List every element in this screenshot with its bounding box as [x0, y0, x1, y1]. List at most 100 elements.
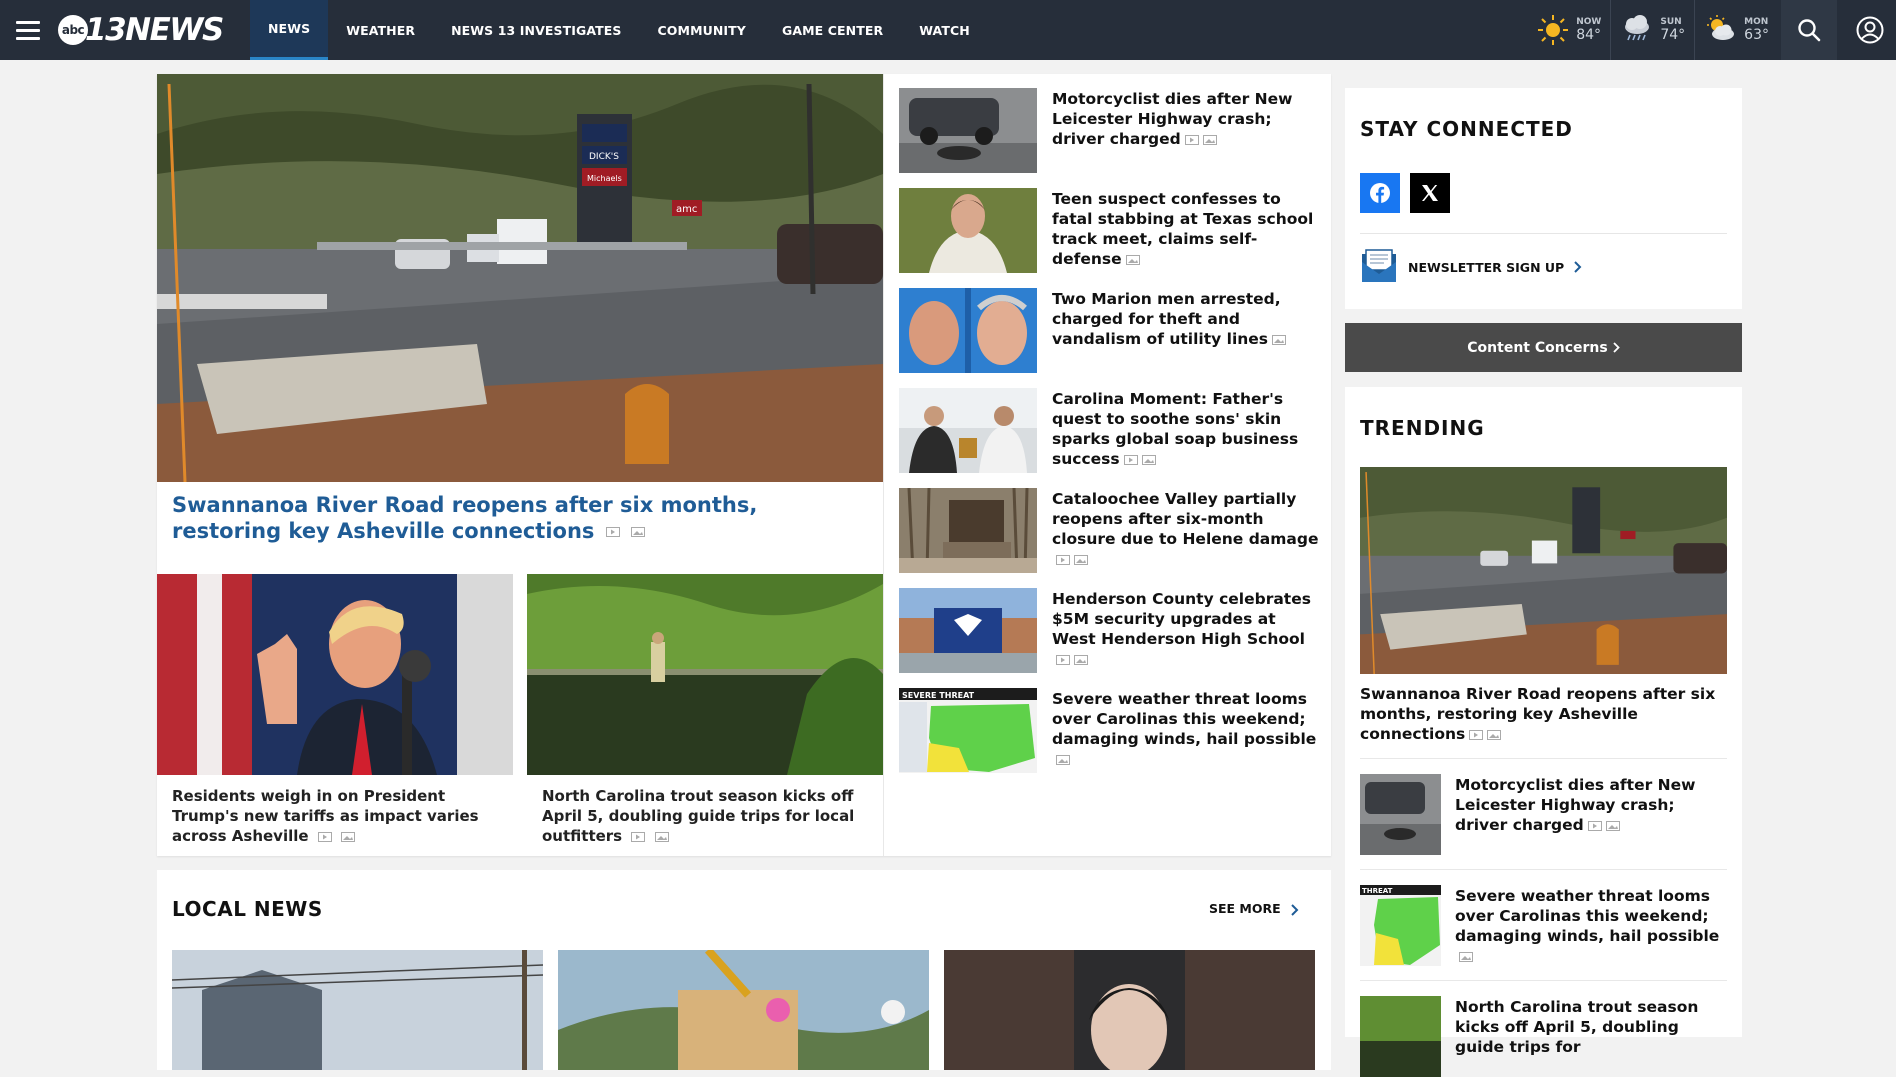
trending-headline[interactable]: Severe weather threat looms over Carolin…: [1455, 886, 1727, 966]
list-thumbnail[interactable]: [899, 588, 1037, 673]
list-headline-text: Two Marion men arrested, charged for the…: [1052, 290, 1281, 348]
nav-game-center[interactable]: GAME CENTER: [764, 0, 901, 60]
headline-list: Motorcyclist dies after New Leicester Hi…: [899, 88, 1319, 788]
trending-headline-text: Motorcyclist dies after New Leicester Hi…: [1455, 776, 1696, 834]
list-thumbnail[interactable]: [899, 388, 1037, 473]
hero-image[interactable]: DICK'S Michaels amc: [157, 74, 883, 482]
gallery-icon: [1074, 554, 1088, 565]
rain-cloud-icon: [1625, 15, 1650, 41]
nav-watch[interactable]: WATCH: [901, 0, 988, 60]
sub-story-headline[interactable]: Residents weigh in on President Trump's …: [157, 786, 513, 846]
list-headline-text: Henderson County celebrates $5M security…: [1052, 590, 1311, 648]
list-headline-text: Carolina Moment: Father's quest to sooth…: [1052, 390, 1299, 468]
content-concerns-button[interactable]: Content Concerns: [1345, 323, 1742, 372]
list-item[interactable]: Two Marion men arrested, charged for the…: [899, 288, 1319, 388]
nav-weather[interactable]: WEATHER: [328, 0, 433, 60]
trending-headline[interactable]: Motorcyclist dies after New Leicester Hi…: [1455, 775, 1727, 855]
list-thumbnail[interactable]: SEVERE THREAT: [899, 688, 1037, 773]
newsletter-envelope-icon: [1362, 249, 1396, 282]
video-icon: [1469, 729, 1484, 740]
gallery-icon: [1272, 334, 1287, 345]
list-headline[interactable]: Henderson County celebrates $5M security…: [1052, 589, 1319, 688]
list-headline[interactable]: Severe weather threat looms over Carolin…: [1052, 689, 1319, 788]
local-news-thumbnail[interactable]: [944, 950, 1315, 1070]
facebook-icon[interactable]: [1360, 173, 1400, 213]
thumb-label: THREAT: [1362, 887, 1393, 895]
list-headline[interactable]: Cataloochee Valley partially reopens aft…: [1052, 489, 1319, 588]
sub-story-image[interactable]: [157, 574, 513, 775]
list-headline[interactable]: Motorcyclist dies after New Leicester Hi…: [1052, 89, 1319, 188]
weather-strip[interactable]: NOW 84° SUN 74° MON 63°: [1527, 0, 1778, 60]
hero-headline-text: Swannanoa River Road reopens after six m…: [172, 493, 758, 543]
partly-cloudy-icon: [1707, 15, 1735, 40]
trending-item[interactable]: THREAT Severe weather threat looms over …: [1360, 869, 1727, 966]
sun-icon: [1538, 15, 1569, 45]
video-icon: [1056, 654, 1070, 665]
brand-name: 13NEWS: [85, 12, 224, 48]
list-item[interactable]: Carolina Moment: Father's quest to sooth…: [899, 388, 1319, 488]
list-thumbnail[interactable]: [899, 88, 1037, 173]
sub-story-trout[interactable]: North Carolina trout season kicks off Ap…: [527, 574, 883, 846]
trending-item[interactable]: North Carolina trout season kicks off Ap…: [1360, 980, 1727, 1077]
local-news-thumbnail[interactable]: [172, 950, 543, 1070]
video-icon: [631, 831, 646, 842]
list-headline[interactable]: Teen suspect confesses to fatal stabbing…: [1052, 189, 1319, 288]
list-headline[interactable]: Two Marion men arrested, charged for the…: [1052, 289, 1319, 388]
stay-connected-box: STAY CONNECTED NEWSLETTER SIGN UP: [1345, 88, 1742, 309]
video-icon: [1056, 554, 1070, 565]
x-twitter-icon[interactable]: [1410, 173, 1450, 213]
sub-story-headline-text: North Carolina trout season kicks off Ap…: [542, 787, 855, 845]
gallery-icon: [1487, 729, 1502, 740]
list-thumbnail[interactable]: [899, 488, 1037, 573]
video-icon: [1123, 454, 1138, 465]
weather-now[interactable]: NOW 84°: [1527, 0, 1612, 60]
weather-mon[interactable]: MON 63°: [1695, 0, 1778, 60]
nav-news[interactable]: NEWS: [250, 0, 329, 60]
list-item[interactable]: Cataloochee Valley partially reopens aft…: [899, 488, 1319, 588]
trending-hero-headline[interactable]: Swannanoa River Road reopens after six m…: [1360, 684, 1727, 744]
list-item[interactable]: Henderson County celebrates $5M security…: [899, 588, 1319, 688]
newsletter-signup-link[interactable]: NEWSLETTER SIGN UP: [1360, 233, 1727, 286]
list-item[interactable]: Teen suspect confesses to fatal stabbing…: [899, 188, 1319, 288]
menu-icon[interactable]: [0, 0, 56, 60]
store-sign: DICK'S: [589, 152, 619, 162]
column-divider: [883, 74, 884, 856]
see-more-link[interactable]: SEE MORE: [1209, 901, 1299, 916]
list-headline-text: Teen suspect confesses to fatal stabbing…: [1052, 190, 1314, 268]
top-nav: abc 13NEWS NEWS WEATHER NEWS 13 INVESTIG…: [0, 0, 1896, 60]
video-icon: [605, 527, 620, 537]
nav-community[interactable]: COMMUNITY: [640, 0, 764, 60]
hero-headline[interactable]: Swannanoa River Road reopens after six m…: [172, 492, 872, 544]
site-logo[interactable]: abc 13NEWS: [56, 0, 252, 60]
trending-heading: TRENDING: [1360, 416, 1485, 440]
weather-sun[interactable]: SUN 74°: [1611, 0, 1696, 60]
sub-story-image[interactable]: [527, 574, 883, 775]
thumb-label: SEVERE THREAT: [902, 691, 975, 700]
gallery-icon: [654, 831, 669, 842]
list-item[interactable]: SEVERE THREAT Severe weather threat loom…: [899, 688, 1319, 788]
nav-investigates[interactable]: NEWS 13 INVESTIGATES: [433, 0, 639, 60]
trending-thumbnail[interactable]: [1360, 774, 1441, 855]
list-thumbnail[interactable]: [899, 188, 1037, 273]
weather-day: MON: [1744, 16, 1769, 27]
trending-thumbnail[interactable]: THREAT: [1360, 885, 1441, 966]
account-icon[interactable]: [1842, 0, 1896, 60]
list-item[interactable]: Motorcyclist dies after New Leicester Hi…: [899, 88, 1319, 188]
sub-story-headline[interactable]: North Carolina trout season kicks off Ap…: [527, 786, 883, 846]
weather-temp: 74°: [1660, 27, 1686, 44]
trending-hero-image[interactable]: [1360, 467, 1727, 674]
content-concerns-text: Content Concerns: [1467, 339, 1608, 356]
list-headline[interactable]: Carolina Moment: Father's quest to sooth…: [1052, 389, 1319, 488]
store-sign: amc: [676, 204, 697, 215]
search-icon[interactable]: [1781, 0, 1837, 60]
sub-story-tariffs[interactable]: Residents weigh in on President Trump's …: [157, 574, 513, 846]
weather-temp: 63°: [1744, 27, 1769, 44]
local-news-thumbnail[interactable]: [558, 950, 929, 1070]
gallery-icon: [341, 831, 356, 842]
abc-logo-disc: abc: [58, 15, 88, 45]
trending-headline[interactable]: North Carolina trout season kicks off Ap…: [1455, 997, 1727, 1077]
video-icon: [1184, 134, 1199, 145]
trending-item[interactable]: Motorcyclist dies after New Leicester Hi…: [1360, 758, 1727, 855]
chevron-right-icon: [1613, 342, 1620, 353]
list-thumbnail[interactable]: [899, 288, 1037, 373]
